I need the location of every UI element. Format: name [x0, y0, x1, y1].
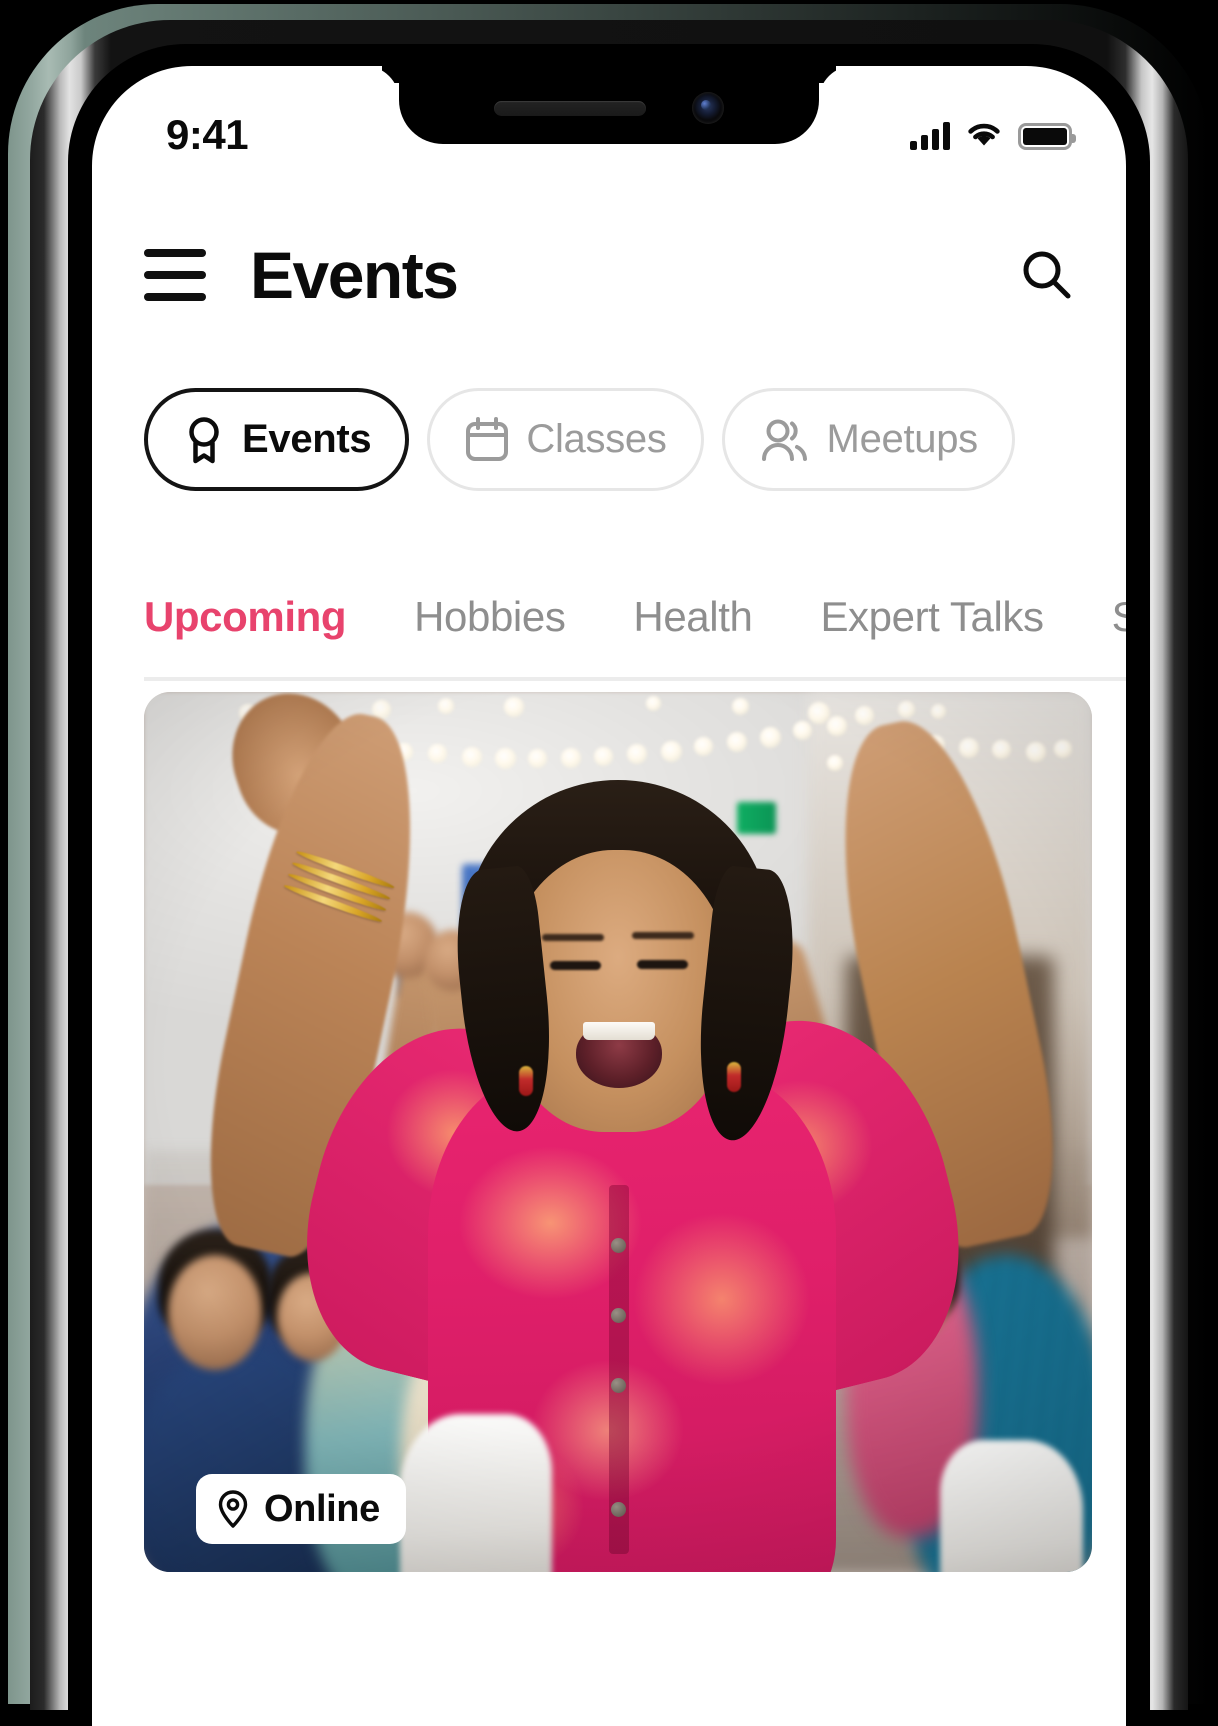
hamburger-menu-icon[interactable]	[144, 249, 206, 301]
tab-upcoming[interactable]: Upcoming	[144, 593, 347, 641]
tab-divider	[144, 677, 1126, 681]
award-ribbon-icon	[189, 416, 219, 463]
calendar-icon	[466, 416, 509, 461]
users-group-icon	[761, 419, 807, 461]
location-pin-icon	[218, 1490, 248, 1528]
segment-classes[interactable]: Classes	[427, 388, 704, 491]
segment-events-label: Events	[242, 417, 372, 461]
page-title: Events	[250, 238, 459, 312]
segment-meetups[interactable]: Meetups	[721, 388, 1015, 491]
wifi-icon	[968, 123, 1000, 146]
phone-device-frame: 9:41 Events Events Classes Meetups Upcom…	[8, 4, 1210, 1726]
app-header: Events	[92, 216, 1126, 334]
search-icon[interactable]	[1016, 244, 1078, 306]
segment-events[interactable]: Events	[144, 388, 410, 491]
online-badge-label: Online	[264, 1487, 380, 1530]
battery-icon	[1018, 123, 1076, 150]
event-photo	[144, 692, 1092, 1572]
status-time: 9:41	[166, 111, 249, 158]
cellular-signal-icon	[910, 122, 950, 150]
segment-meetups-label: Meetups	[826, 417, 979, 461]
phone-screen: 9:41 Events Events Classes Meetups Upcom…	[92, 66, 1126, 1726]
segment-classes-label: Classes	[526, 417, 667, 461]
tab-skills[interactable]: Skills	[1112, 593, 1126, 641]
online-badge[interactable]: Online	[196, 1474, 406, 1544]
status-icons	[910, 120, 1076, 150]
status-bar: 9:41	[92, 66, 1126, 174]
tab-expert-talks[interactable]: Expert Talks	[820, 593, 1044, 641]
segment-control: Events Classes Meetups	[92, 388, 1126, 491]
category-tab-bar[interactable]: Upcoming Hobbies Health Expert Talks Ski…	[92, 556, 1126, 678]
tab-hobbies[interactable]: Hobbies	[414, 593, 566, 641]
event-card[interactable]: Online	[144, 692, 1092, 1572]
tab-health[interactable]: Health	[633, 593, 752, 641]
